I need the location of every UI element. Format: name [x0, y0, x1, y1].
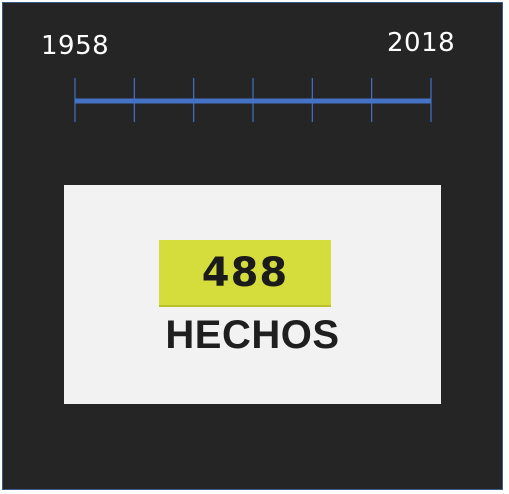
timeline [74, 78, 432, 122]
count-badge: 488 [159, 240, 331, 305]
facts-card: 488 HECHOS [64, 185, 441, 404]
facts-label: HECHOS [165, 313, 340, 357]
count-value: 488 [201, 249, 289, 296]
